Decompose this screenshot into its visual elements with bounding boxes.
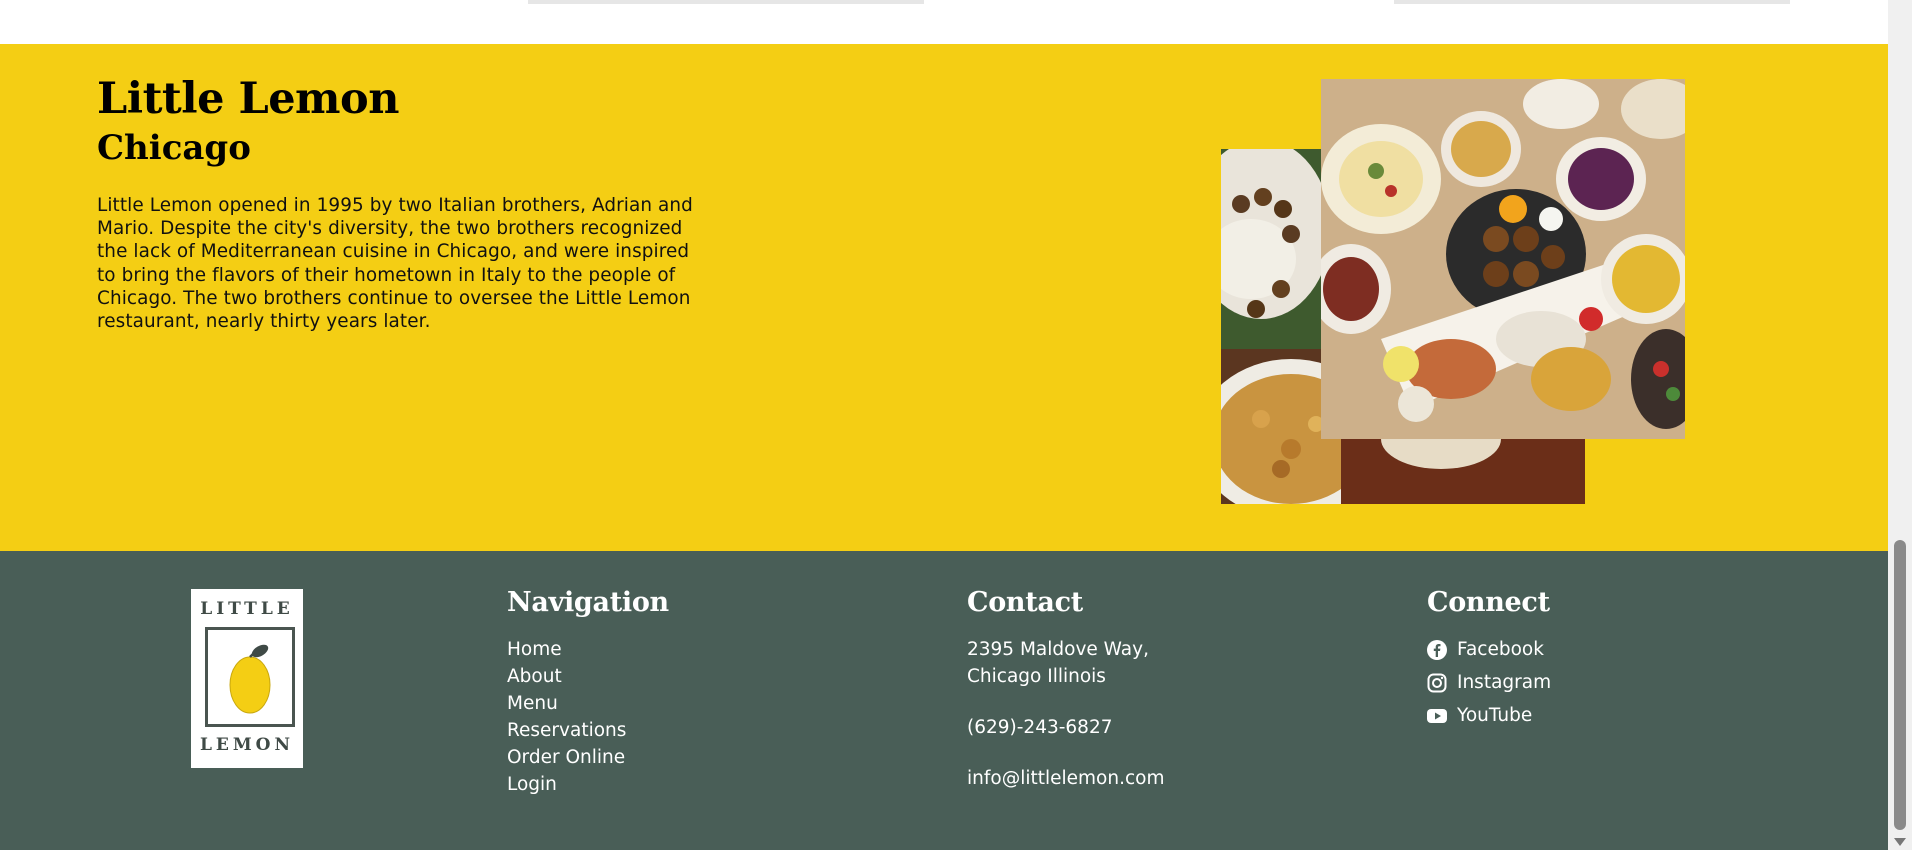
about-description: Little Lemon opened in 1995 by two Itali…	[97, 195, 693, 333]
youtube-icon	[1427, 706, 1447, 726]
facebook-label: Facebook	[1457, 639, 1544, 660]
footer-navigation: Navigation Home About Menu Reservations …	[507, 587, 669, 798]
footer-logo[interactable]: LITTLE LEMON	[191, 589, 303, 768]
nav-link-order-online[interactable]: Order Online	[507, 744, 669, 771]
logo-frame	[205, 627, 295, 727]
nav-link-menu[interactable]: Menu	[507, 690, 669, 717]
contact-address-line1: 2395 Maldove Way,	[967, 639, 1149, 660]
facebook-icon	[1427, 639, 1447, 660]
page-scrollbar[interactable]	[1888, 0, 1912, 850]
about-title: Little Lemon	[97, 74, 400, 124]
youtube-link[interactable]: YouTube	[1427, 702, 1551, 729]
about-subtitle: Chicago	[97, 128, 251, 168]
contact-address-line2: Chicago Illinois	[967, 666, 1106, 687]
footer-contact: Contact 2395 Maldove Way, Chicago Illino…	[967, 587, 1164, 792]
contact-email: info@littlelemon.com	[967, 768, 1165, 789]
contact-heading: Contact	[967, 587, 1083, 618]
logo-text-top: LITTLE	[200, 599, 294, 619]
youtube-label: YouTube	[1457, 705, 1533, 726]
nav-link-reservations[interactable]: Reservations	[507, 717, 669, 744]
scrollbar-thumb[interactable]	[1894, 540, 1906, 830]
logo-text-bottom: LEMON	[199, 735, 295, 755]
lemon-icon	[229, 644, 271, 714]
mediterranean-food-photo	[1321, 79, 1685, 439]
card-bottom-edge	[1394, 0, 1790, 4]
site-footer: LITTLE LEMON Navigation Home About Menu …	[0, 551, 1888, 850]
scroll-down-arrow-icon[interactable]	[1894, 838, 1906, 846]
nav-link-home[interactable]: Home	[507, 636, 669, 663]
instagram-label: Instagram	[1457, 672, 1552, 693]
contact-phone: (629)-243-6827	[967, 717, 1113, 738]
nav-link-about[interactable]: About	[507, 663, 669, 690]
facebook-link[interactable]: Facebook	[1427, 636, 1551, 663]
navigation-heading: Navigation	[507, 587, 669, 618]
instagram-link[interactable]: Instagram	[1427, 669, 1551, 696]
previous-section-bottom	[0, 0, 1888, 44]
card-bottom-edge	[528, 0, 924, 4]
instagram-icon	[1427, 673, 1447, 693]
connect-heading: Connect	[1427, 587, 1550, 618]
about-section: Little Lemon Chicago Little Lemon opened…	[0, 44, 1888, 551]
footer-connect: Connect Facebook Instagram YouTube	[1427, 587, 1551, 735]
nav-link-login[interactable]: Login	[507, 771, 669, 798]
